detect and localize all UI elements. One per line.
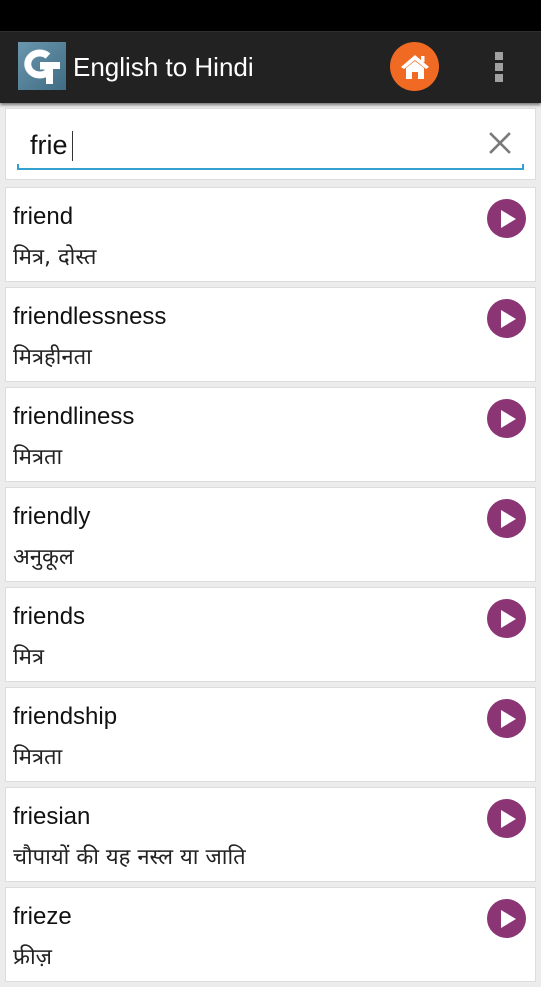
meaning-text: चौपायों की यह नस्ल या जाति xyxy=(13,845,246,870)
play-audio-button[interactable] xyxy=(487,399,526,438)
play-audio-button[interactable] xyxy=(487,199,526,238)
word-text: friendliness xyxy=(13,403,135,430)
meaning-text: फ्रीज़ xyxy=(13,945,52,970)
meaning-text: मित्रता xyxy=(13,745,63,770)
play-icon xyxy=(501,909,516,928)
word-text: friesian xyxy=(13,803,91,830)
play-audio-button[interactable] xyxy=(487,799,526,838)
play-audio-button[interactable] xyxy=(487,899,526,938)
action-bar: English to Hindi xyxy=(0,31,541,103)
play-audio-button[interactable] xyxy=(487,499,526,538)
play-icon xyxy=(501,709,516,728)
word-text: frieze xyxy=(13,903,72,930)
search-input[interactable] xyxy=(30,125,450,165)
play-icon xyxy=(501,609,516,628)
results-list: friend मित्र, दोस्त friendlessness मित्र… xyxy=(5,187,536,987)
search-card xyxy=(5,108,536,180)
word-text: friendship xyxy=(13,703,118,730)
meaning-text: मित्र xyxy=(13,645,44,670)
text-caret xyxy=(72,131,73,161)
home-button[interactable] xyxy=(390,42,439,91)
meaning-text: मित्रता xyxy=(13,445,63,470)
list-item[interactable]: friendlessness मित्रहीनता xyxy=(5,287,536,382)
play-icon xyxy=(501,409,516,428)
word-text: friend xyxy=(13,203,74,230)
list-item[interactable]: frieze फ्रीज़ xyxy=(5,887,536,982)
play-audio-button[interactable] xyxy=(487,699,526,738)
list-item[interactable]: friendly अनुकूल xyxy=(5,487,536,582)
home-icon xyxy=(400,54,429,79)
play-audio-button[interactable] xyxy=(487,599,526,638)
play-icon xyxy=(501,209,516,228)
play-audio-button[interactable] xyxy=(487,299,526,338)
status-bar xyxy=(0,0,541,31)
play-icon xyxy=(501,809,516,828)
play-icon xyxy=(501,309,516,328)
word-text: friends xyxy=(13,603,86,630)
list-item[interactable]: friendliness मित्रता xyxy=(5,387,536,482)
overflow-menu-icon xyxy=(495,52,503,60)
app-logo-icon[interactable] xyxy=(18,42,66,90)
clear-icon xyxy=(489,132,511,154)
app-title: English to Hindi xyxy=(73,52,254,82)
meaning-text: मित्र, दोस्त xyxy=(13,245,97,270)
list-item[interactable]: friesian चौपायों की यह नस्ल या जाति xyxy=(5,787,536,882)
search-underline xyxy=(17,164,524,170)
list-item[interactable]: friends मित्र xyxy=(5,587,536,682)
list-item[interactable]: friendship मित्रता xyxy=(5,687,536,782)
list-item[interactable]: friend मित्र, दोस्त xyxy=(5,187,536,282)
meaning-text: मित्रहीनता xyxy=(13,345,92,370)
play-icon xyxy=(501,509,516,528)
meaning-text: अनुकूल xyxy=(13,545,74,570)
word-text: friendly xyxy=(13,503,91,530)
word-text: friendlessness xyxy=(13,303,167,330)
clear-search-button[interactable] xyxy=(486,129,514,157)
overflow-menu-button[interactable] xyxy=(484,46,514,88)
